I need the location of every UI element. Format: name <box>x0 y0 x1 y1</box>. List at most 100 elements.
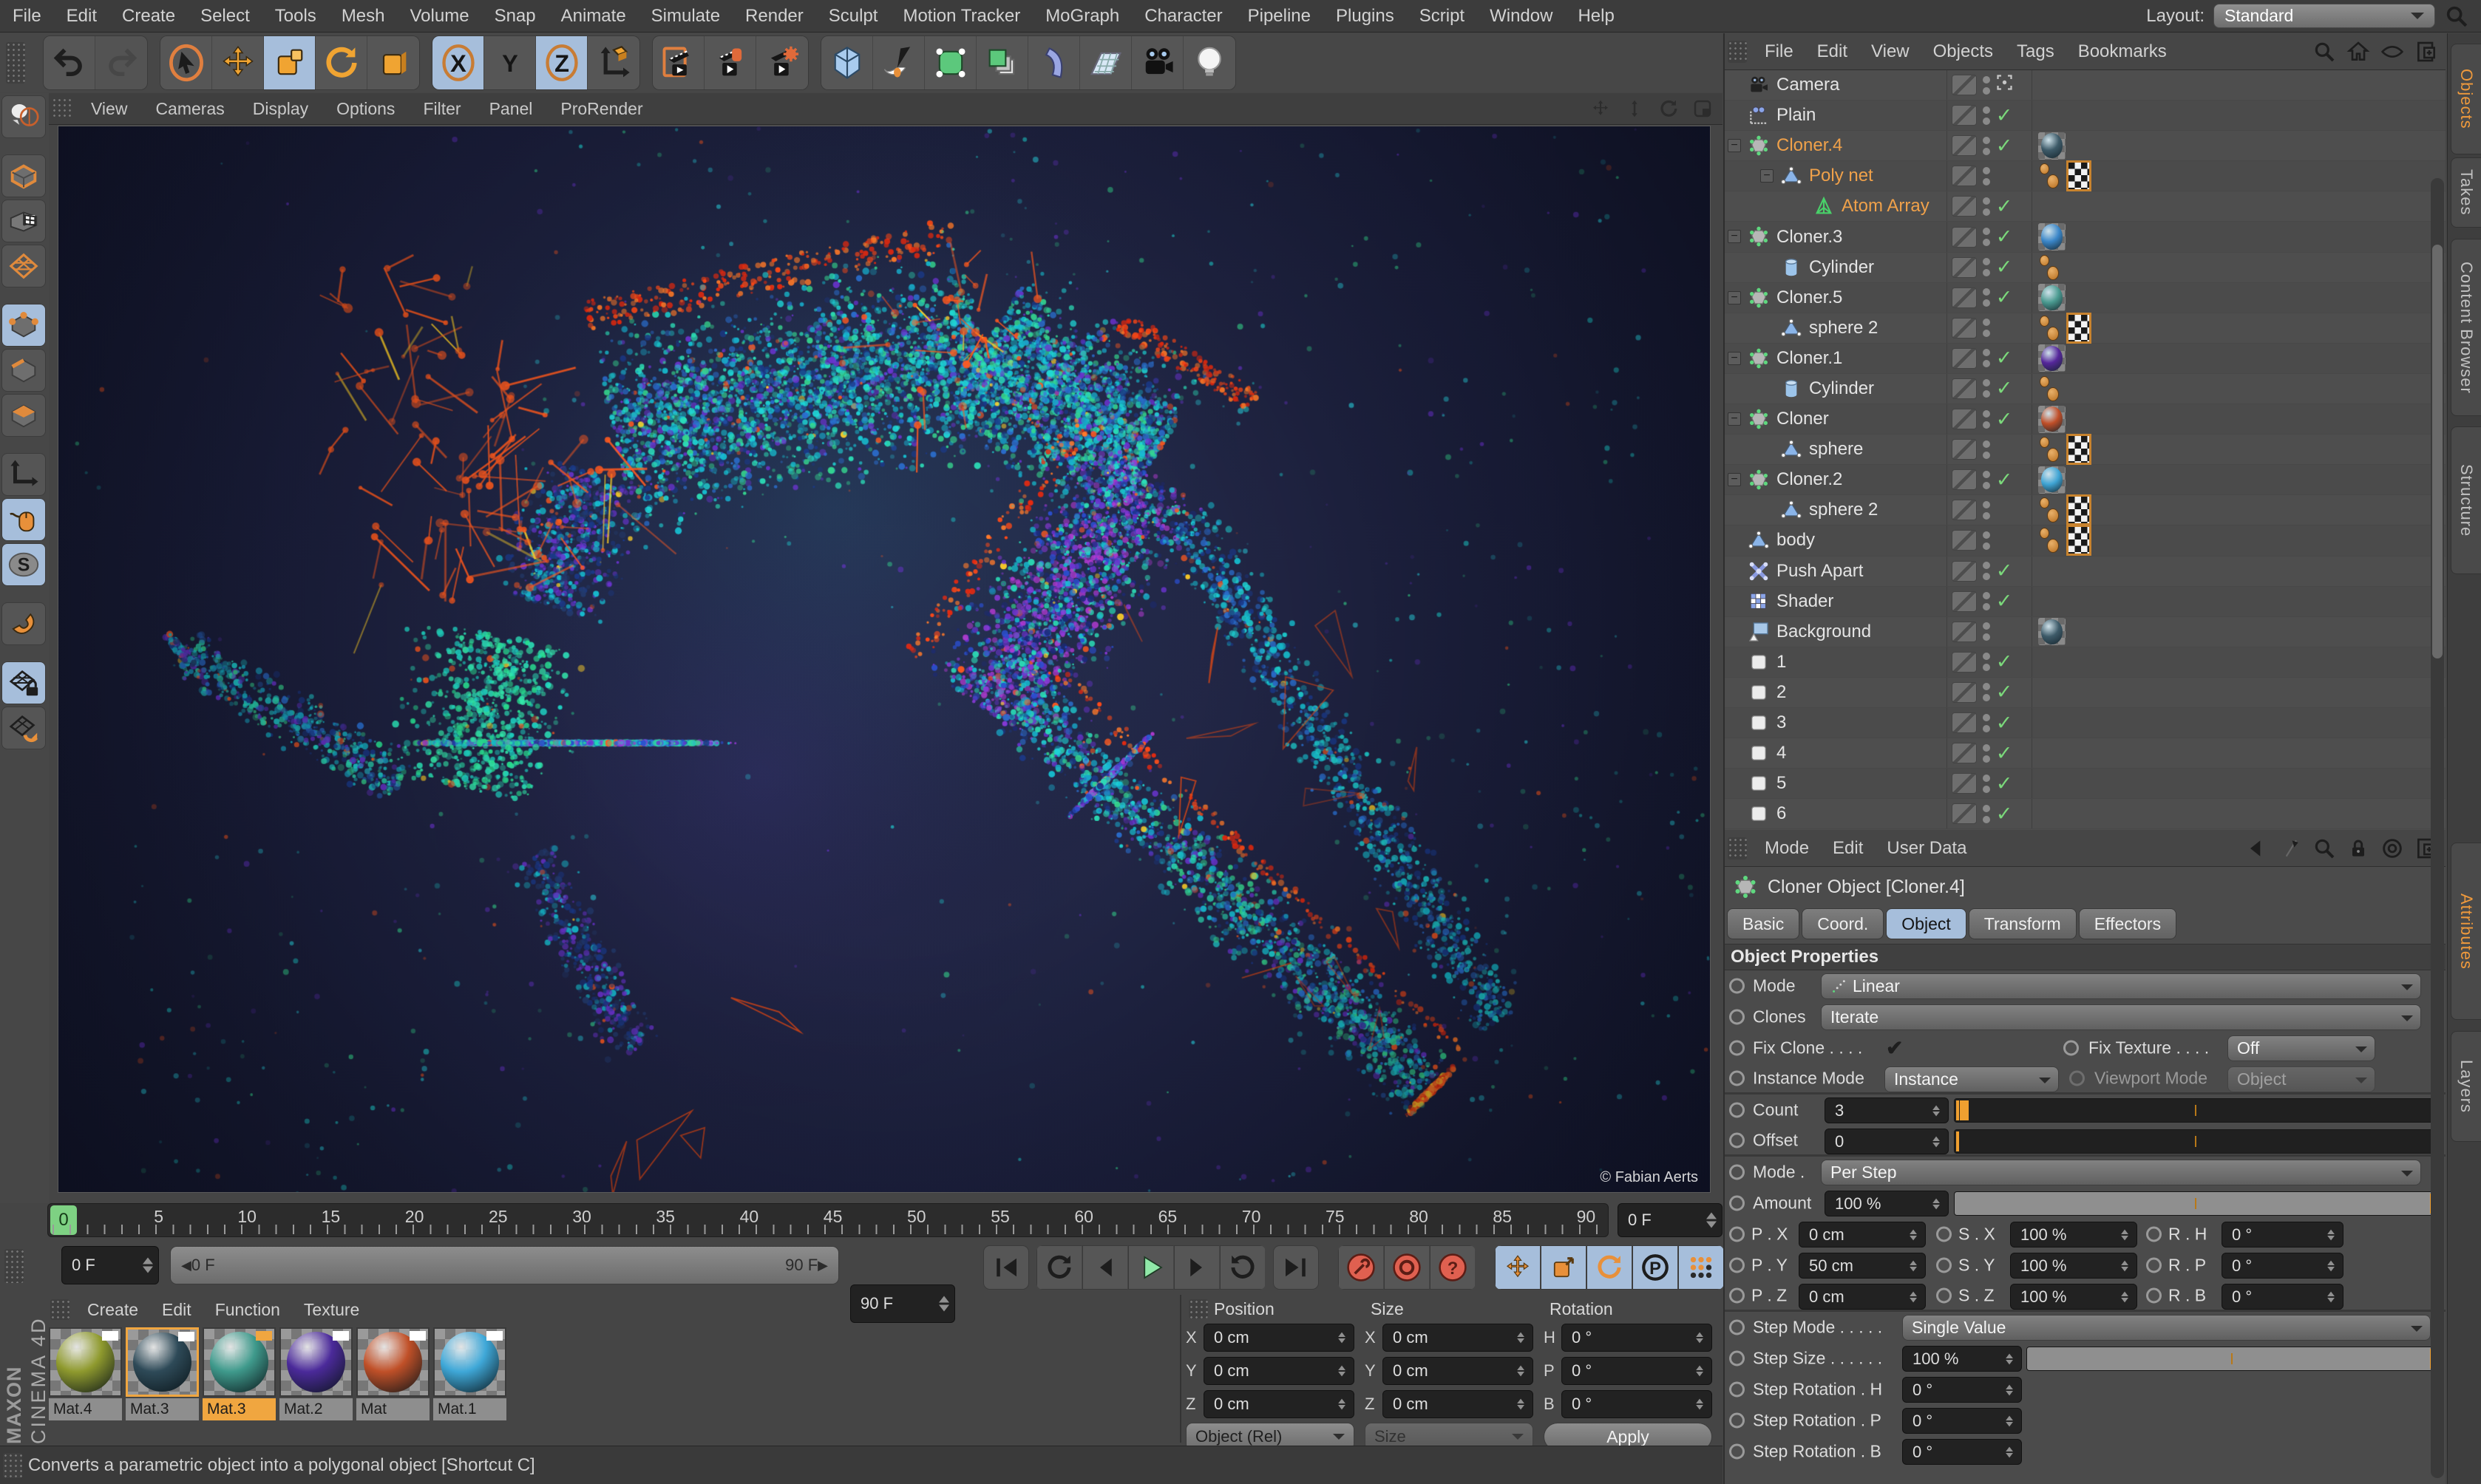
layer-toggle[interactable] <box>1952 256 1977 278</box>
maximize-view-icon[interactable] <box>1691 98 1714 120</box>
tree-row-sphere-2[interactable]: sphere 2 <box>1725 312 2446 344</box>
visibility-dots[interactable] <box>1983 531 1990 550</box>
visibility-dots[interactable] <box>1983 683 1990 702</box>
tweak-mode-button[interactable] <box>1 498 46 541</box>
animation-dot[interactable] <box>1729 1443 1745 1460</box>
visibility-dots[interactable] <box>1983 653 1990 672</box>
toolbar-grip[interactable] <box>6 42 25 84</box>
scrollbar-thumb[interactable] <box>2432 245 2443 658</box>
visibility-dots[interactable] <box>1983 774 1990 793</box>
texture-tag[interactable] <box>2038 132 2066 160</box>
visibility-dots[interactable] <box>1983 288 1990 307</box>
material-thumbnail[interactable] <box>126 1327 199 1397</box>
animation-dot[interactable] <box>1729 1287 1745 1303</box>
animation-dot[interactable] <box>1729 1195 1745 1211</box>
enable-state[interactable]: ✓ <box>1993 590 2015 613</box>
value-field[interactable]: 100 % <box>1825 1191 1949 1216</box>
side-tab-content-browser[interactable]: Content Browser <box>2451 239 2481 416</box>
tree-row-cloner-4[interactable]: − Cloner.4 ✓ <box>1725 131 2446 162</box>
phong-tag[interactable] <box>2038 314 2062 342</box>
menu-animate[interactable]: Animate <box>549 6 639 27</box>
menu-script[interactable]: Script <box>1407 6 1477 27</box>
enable-state[interactable]: ✓ <box>1993 712 2015 735</box>
tree-row-cylinder[interactable]: Cylinder ✓ <box>1725 252 2446 283</box>
om-menu-tags[interactable]: Tags <box>2005 41 2066 62</box>
layer-toggle[interactable] <box>1952 560 1977 582</box>
visibility-dots[interactable] <box>1983 349 1990 368</box>
enable-state[interactable]: ✓ <box>1993 225 2015 248</box>
layer-toggle[interactable] <box>1952 196 1977 217</box>
coordinate-field[interactable]: 0 cm <box>1382 1324 1533 1352</box>
tab-object[interactable]: Object <box>1886 908 1966 939</box>
key-rotation-button[interactable] <box>1586 1245 1632 1290</box>
am-menu-user-data[interactable]: User Data <box>1875 838 1978 859</box>
visibility-dots[interactable] <box>1983 743 1990 763</box>
selection-tag[interactable] <box>2066 434 2091 466</box>
visibility-dots[interactable] <box>1983 409 1990 429</box>
layer-toggle[interactable] <box>1952 803 1977 825</box>
tree-row-shader[interactable]: Shader ✓ <box>1725 586 2446 617</box>
visibility-dots[interactable] <box>1983 197 1990 216</box>
viewport-menu-cameras[interactable]: Cameras <box>141 99 238 119</box>
coordinate-field[interactable]: 0 ° <box>1561 1324 1712 1352</box>
redo-button[interactable] <box>95 36 147 89</box>
value-field[interactable]: 0 ° <box>1902 1439 2022 1465</box>
fix-clone-checkbox[interactable]: ✔ <box>1886 1036 1903 1061</box>
texture-tag[interactable] <box>2038 344 2066 372</box>
play-button[interactable] <box>1128 1245 1174 1290</box>
viewport[interactable]: © Fabian Aerts <box>58 126 1711 1193</box>
tree-row-background[interactable]: Background <box>1725 616 2446 647</box>
side-tab-objects[interactable]: Objects <box>2451 44 2481 154</box>
next-frame-button[interactable] <box>1174 1245 1220 1290</box>
material-mat-3[interactable]: Mat.3 <box>203 1327 276 1420</box>
add-generator-button[interactable] <box>925 36 977 89</box>
material-thumbnail[interactable] <box>49 1327 122 1397</box>
menu-create[interactable]: Create <box>109 6 188 27</box>
enable-state[interactable] <box>1993 72 2015 98</box>
phong-tag[interactable] <box>2038 526 2062 554</box>
menu-mograph[interactable]: MoGraph <box>1033 6 1132 27</box>
dropdown[interactable]: Iterate <box>1821 1004 2421 1030</box>
tree-row-cloner[interactable]: − Cloner ✓ <box>1725 404 2446 435</box>
add-panel-icon[interactable] <box>2414 40 2438 64</box>
menu-simulate[interactable]: Simulate <box>639 6 733 27</box>
am-menu-edit[interactable]: Edit <box>1821 838 1875 859</box>
edges-mode-button[interactable] <box>1 349 46 392</box>
dropdown[interactable]: Off <box>2227 1035 2375 1061</box>
lock-icon[interactable] <box>2346 837 2370 860</box>
menu-volume[interactable]: Volume <box>398 6 482 27</box>
layer-toggle[interactable] <box>1952 378 1977 399</box>
help-button[interactable]: ? <box>1430 1245 1476 1290</box>
key-pla-button[interactable] <box>1678 1245 1724 1290</box>
scale-button[interactable] <box>264 36 316 89</box>
menu-plugins[interactable]: Plugins <box>1323 6 1407 27</box>
make-editable-button[interactable] <box>1 95 46 138</box>
viewport-menu-display[interactable]: Display <box>239 99 322 119</box>
animation-dot[interactable] <box>1729 1226 1745 1242</box>
coordinate-field[interactable]: 0 cm <box>1204 1390 1354 1418</box>
pan-view-icon[interactable] <box>1589 98 1612 120</box>
dropdown[interactable]: Instance <box>1884 1066 2059 1092</box>
tree-row-sphere[interactable]: sphere <box>1725 434 2446 466</box>
viewport-menu-view[interactable]: View <box>77 99 141 119</box>
material-thumbnail[interactable] <box>433 1327 506 1397</box>
animation-dot[interactable] <box>2069 1070 2085 1086</box>
rotate-button[interactable] <box>316 36 367 89</box>
forward-icon[interactable] <box>2278 837 2302 860</box>
menu-render[interactable]: Render <box>733 6 816 27</box>
layer-toggle[interactable] <box>1952 743 1977 764</box>
side-tab-layers[interactable]: Layers <box>2451 1031 2481 1142</box>
texture-tag[interactable] <box>2038 284 2066 312</box>
animation-dot[interactable] <box>1729 1257 1745 1273</box>
record-keyframe-button[interactable] <box>1338 1245 1384 1290</box>
visibility-dots[interactable] <box>1983 562 1990 581</box>
om-menu-file[interactable]: File <box>1753 41 1805 62</box>
layer-toggle[interactable] <box>1952 469 1977 491</box>
om-menu-objects[interactable]: Objects <box>1921 41 2005 62</box>
z-axis-lock-button[interactable]: Z <box>536 36 588 89</box>
expand-toggle[interactable]: − <box>1728 351 1741 365</box>
am-menu-mode[interactable]: Mode <box>1753 838 1821 859</box>
tree-row-6[interactable]: 6 ✓ <box>1725 799 2446 830</box>
tree-row-plain[interactable]: Plain ✓ <box>1725 101 2446 132</box>
menu-edit[interactable]: Edit <box>54 6 109 27</box>
